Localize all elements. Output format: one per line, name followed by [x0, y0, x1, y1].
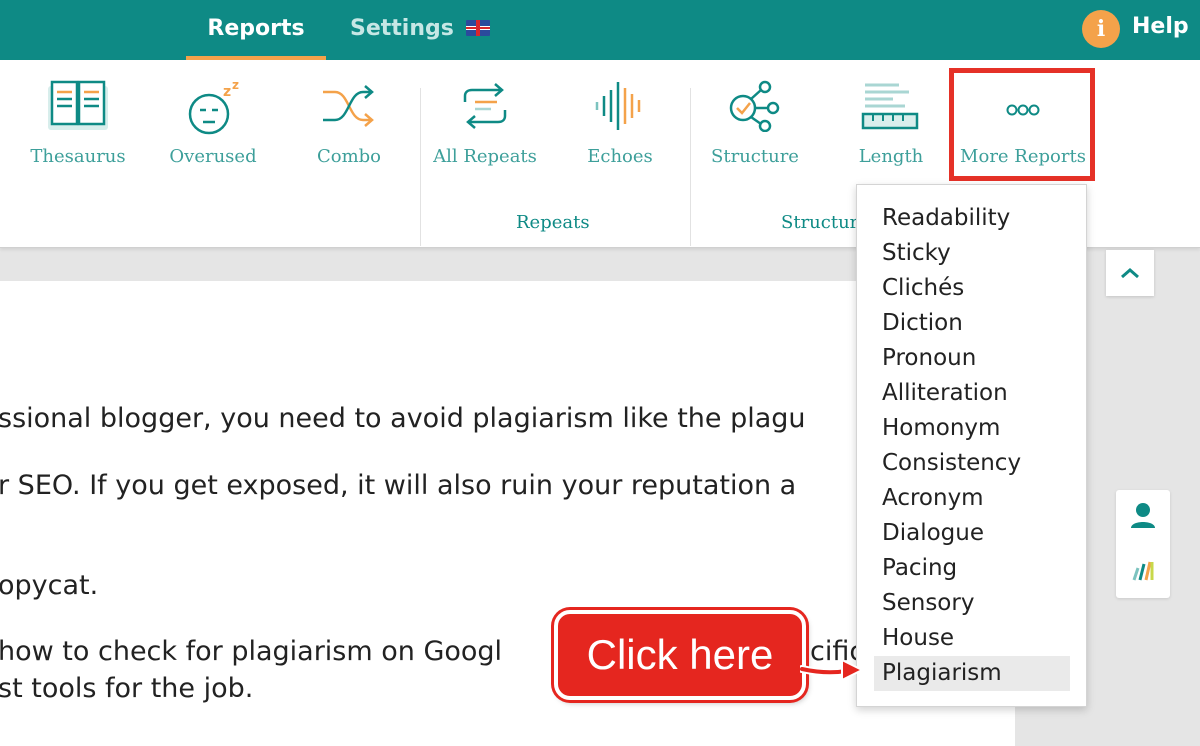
- structure-report-button[interactable]: Structure: [695, 80, 815, 167]
- menu-item-plagiarism[interactable]: Plagiarism: [874, 656, 1070, 691]
- ruler-lines-icon: [861, 83, 919, 130]
- menu-item-consistency[interactable]: Consistency: [874, 446, 1070, 481]
- tab-reports-label: Reports: [207, 16, 305, 41]
- top-nav-bar: Reports Settings i Help: [0, 0, 1200, 60]
- structure-label: Structure: [711, 146, 799, 167]
- toolbar-divider: [420, 88, 421, 246]
- menu-item-sticky[interactable]: Sticky: [874, 236, 1070, 271]
- document-line-text: how to check for plagiarism on Googl: [0, 636, 503, 667]
- help-label: Help: [1132, 14, 1189, 39]
- all-repeats-label: All Repeats: [433, 146, 537, 167]
- structure-node-icon: [729, 80, 780, 132]
- user-profile-icon[interactable]: [1116, 490, 1170, 544]
- menu-item-dialogue[interactable]: Dialogue: [874, 516, 1070, 551]
- echoes-label: Echoes: [587, 146, 653, 167]
- tab-settings[interactable]: Settings: [350, 0, 490, 60]
- uk-flag-icon: [465, 20, 490, 36]
- menu-item-acronym[interactable]: Acronym: [874, 481, 1070, 516]
- callout-arrow-icon: [800, 658, 864, 682]
- length-report-button[interactable]: Length: [831, 80, 951, 167]
- menu-item-cliches[interactable]: Clichés: [874, 271, 1070, 306]
- more-reports-dropdown: Readability Sticky Clichés Diction Prono…: [856, 184, 1087, 707]
- thesaurus-label: Thesaurus: [30, 146, 126, 167]
- stats-bars-icon[interactable]: [1116, 544, 1170, 598]
- overused-label: Overused: [169, 146, 257, 167]
- combo-label: Combo: [316, 146, 382, 167]
- document-line: opycat.: [0, 570, 99, 601]
- book-icon: [48, 80, 108, 130]
- all-repeats-report-button[interactable]: All Repeats: [425, 80, 545, 167]
- svg-text:z: z: [232, 80, 239, 92]
- length-label: Length: [858, 146, 924, 167]
- thesaurus-report-button[interactable]: Thesaurus: [18, 80, 138, 167]
- group-label-structure: Structur: [781, 212, 859, 233]
- sleepy-face-icon: z z: [188, 80, 239, 135]
- tab-reports[interactable]: Reports: [186, 0, 326, 60]
- menu-item-pacing[interactable]: Pacing: [874, 551, 1070, 586]
- menu-item-diction[interactable]: Diction: [874, 306, 1070, 341]
- shuffle-icon: [323, 85, 374, 127]
- svg-text:z: z: [223, 84, 231, 100]
- sound-wave-icon: [595, 82, 641, 130]
- toolbar-divider: [690, 88, 691, 246]
- info-icon: i: [1082, 10, 1120, 48]
- menu-item-pronoun[interactable]: Pronoun: [874, 341, 1070, 376]
- side-tools-panel: [1116, 490, 1170, 598]
- document-line: r SEO. If you get exposed, it will also …: [0, 470, 797, 501]
- document-line: ssional blogger, you need to avoid plagi…: [0, 403, 806, 434]
- collapse-toolbar-button[interactable]: [1106, 250, 1154, 296]
- overused-report-button[interactable]: z z Overused: [153, 80, 273, 167]
- document-line: st tools for the job.: [0, 673, 254, 704]
- tab-settings-label: Settings: [350, 16, 454, 41]
- menu-item-alliteration[interactable]: Alliteration: [874, 376, 1070, 411]
- chevron-up-icon: [1121, 268, 1139, 279]
- menu-item-sensory[interactable]: Sensory: [874, 586, 1070, 621]
- echoes-report-button[interactable]: Echoes: [560, 80, 680, 167]
- menu-item-house[interactable]: House: [874, 621, 1070, 656]
- menu-item-homonym[interactable]: Homonym: [874, 411, 1070, 446]
- menu-item-readability[interactable]: Readability: [874, 201, 1070, 236]
- combo-report-button[interactable]: Combo: [289, 80, 409, 167]
- repeat-icon: [463, 83, 507, 129]
- document-line: how to check for plagiarism on Googl cifi…: [0, 636, 864, 667]
- more-reports-highlight-box: [949, 68, 1095, 181]
- click-here-callout: Click here: [554, 610, 806, 700]
- group-label-repeats: Repeats: [516, 212, 590, 233]
